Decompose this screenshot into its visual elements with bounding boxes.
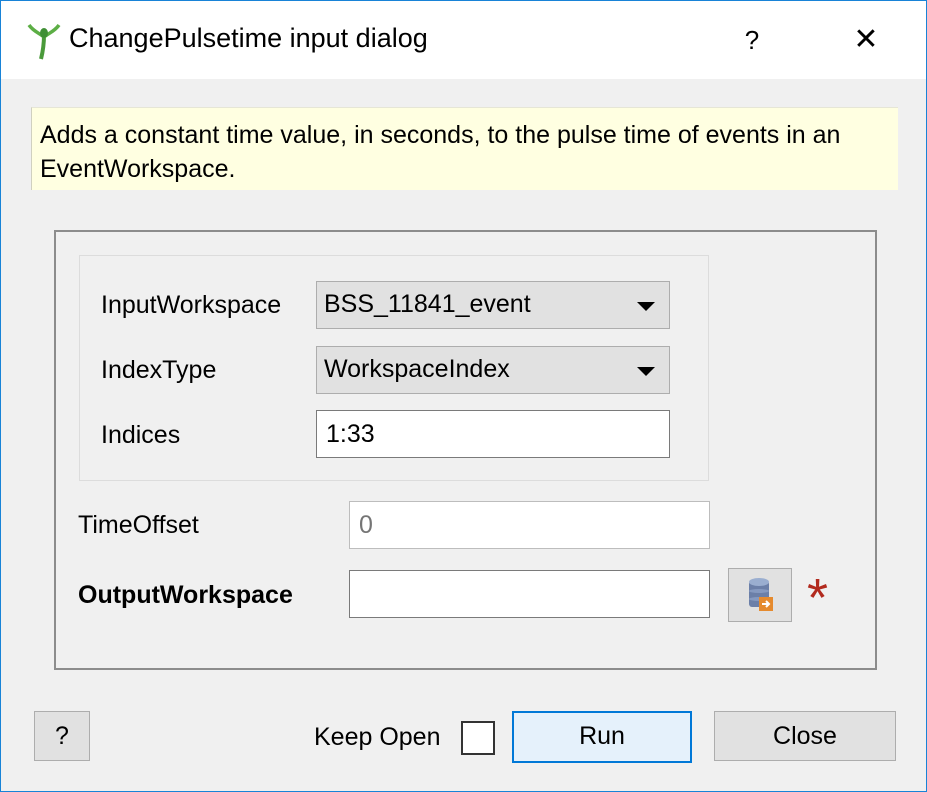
description-text: Adds a constant time value, in seconds, … (40, 121, 841, 183)
keep-open-checkbox[interactable] (461, 721, 495, 755)
workspace-browse-button[interactable] (728, 568, 792, 622)
chevron-down-icon (637, 302, 655, 311)
output-workspace-label: OutputWorkspace (78, 581, 293, 609)
output-workspace-field[interactable] (349, 570, 710, 618)
index-type-combo[interactable]: WorkspaceIndex (316, 346, 670, 394)
keep-open-label: Keep Open (314, 723, 441, 751)
time-offset-label: TimeOffset (78, 511, 199, 539)
title-bar: ChangePulsetime input dialog ? ✕ (1, 1, 926, 79)
description-box: Adds a constant time value, in seconds, … (31, 107, 898, 190)
index-type-label: IndexType (101, 356, 217, 384)
workspace-db-icon (749, 578, 773, 611)
input-workspace-label: InputWorkspace (101, 291, 282, 319)
time-offset-field[interactable] (349, 501, 710, 549)
help-button[interactable]: ? (34, 711, 90, 761)
time-offset-input[interactable] (350, 502, 709, 548)
output-workspace-input[interactable] (350, 571, 709, 617)
input-workspace-value: BSS_11841_event (324, 290, 531, 318)
chevron-down-icon (637, 367, 655, 376)
dialog-window: ChangePulsetime input dialog ? ✕ Adds a … (0, 0, 927, 792)
close-button[interactable]: Close (714, 711, 896, 761)
input-workspace-combo[interactable]: BSS_11841_event (316, 281, 670, 329)
indices-field[interactable] (316, 410, 670, 458)
run-button[interactable]: Run (512, 711, 692, 763)
index-type-value: WorkspaceIndex (324, 355, 510, 383)
indices-label: Indices (101, 421, 181, 449)
title-help-button[interactable]: ? (721, 11, 783, 69)
mantid-logo-icon (27, 23, 61, 60)
dialog-title: ChangePulsetime input dialog (69, 23, 428, 53)
indices-input[interactable] (317, 411, 669, 457)
required-star-icon: * (807, 568, 829, 628)
title-close-button[interactable]: ✕ (831, 11, 901, 69)
